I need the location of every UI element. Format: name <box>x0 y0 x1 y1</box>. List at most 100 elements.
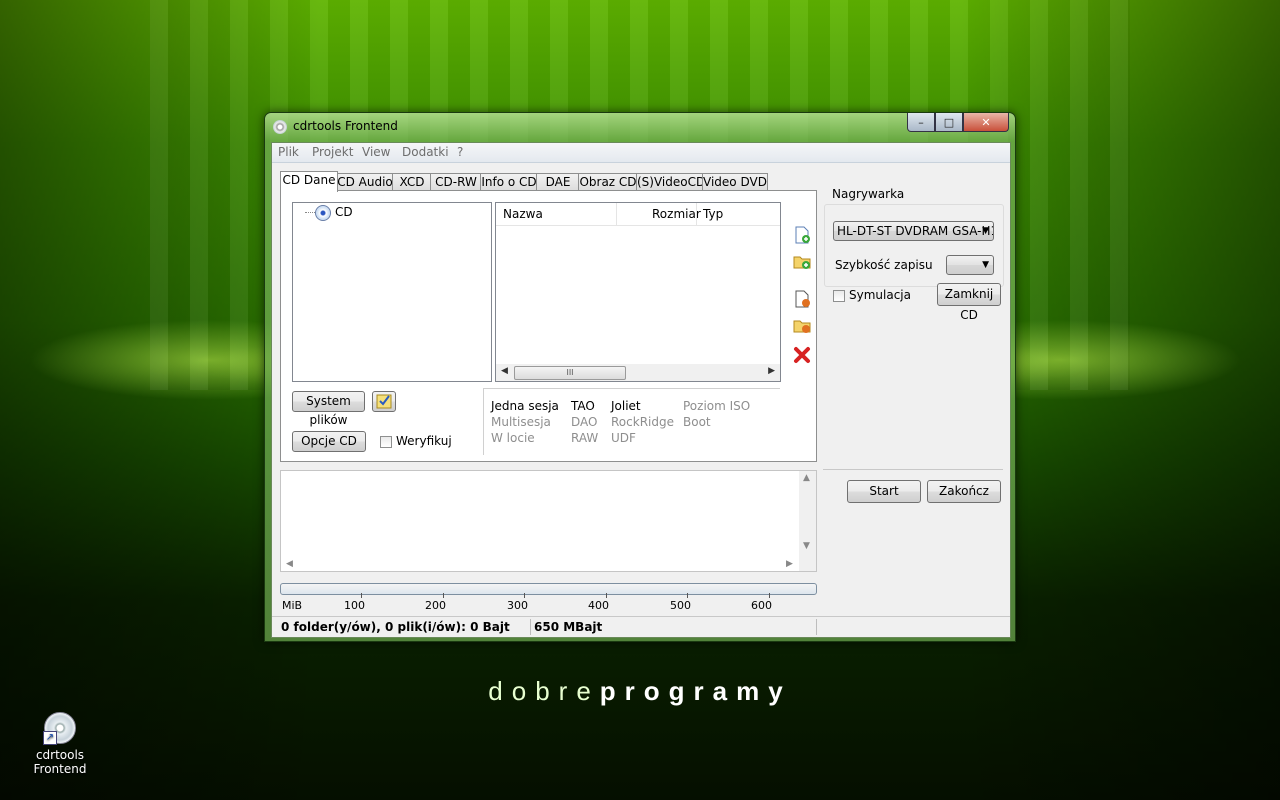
column-separator <box>696 203 697 225</box>
scroll-right-icon[interactable]: ▶ <box>768 366 775 376</box>
list-header: Nazwa Rozmiar Typ <box>496 203 780 226</box>
folder-tree[interactable]: CD <box>292 202 492 382</box>
tab-cd-dane[interactable]: CD Dane <box>280 171 338 192</box>
file-list[interactable]: Nazwa Rozmiar Typ ◀ III ▶ <box>495 202 781 382</box>
list-horizontal-scrollbar[interactable]: ◀ III ▶ <box>496 364 780 381</box>
tab-xcd[interactable]: XCD <box>392 173 432 191</box>
log-scroll-right-icon[interactable]: ▶ <box>786 559 793 569</box>
title-bar[interactable]: cdrtools Frontend – □ ✕ <box>265 113 1015 141</box>
tab-video-dvd[interactable]: Video DVD <box>702 173 768 191</box>
tab-info-o-cd[interactable]: Info o CD <box>480 173 538 191</box>
recording-options: Jedna sesja Multisesja W locie TAO DAO R… <box>483 388 780 455</box>
tab-cd-rw[interactable]: CD-RW <box>430 173 482 191</box>
minimize-icon: – <box>918 115 924 129</box>
shortcut-arrow-icon: ↗ <box>43 731 57 745</box>
divider <box>823 469 1003 470</box>
column-nazwa[interactable]: Nazwa <box>503 207 543 221</box>
cd-options-button[interactable]: Opcje CD <box>292 431 366 452</box>
burner-group: HL-DT-ST DVDRAM GSA-H10N ▼ Szybkość zapi… <box>824 204 1004 287</box>
minimize-button[interactable]: – <box>907 113 935 132</box>
filesystem-button[interactable]: System plików <box>292 391 365 427</box>
option-udf[interactable]: UDF <box>611 431 636 445</box>
write-speed-label: Szybkość zapisu <box>835 258 933 272</box>
ruler-tick <box>361 593 362 598</box>
tab-cd-audio[interactable]: CD Audio <box>336 173 394 191</box>
ruler-tick <box>443 593 444 598</box>
add-file-icon[interactable] <box>793 226 811 244</box>
brand-light: dobre <box>488 676 600 706</box>
ruler-tick <box>687 593 688 598</box>
filesystem-settings-button[interactable] <box>372 391 396 412</box>
option-raw[interactable]: RAW <box>571 431 598 445</box>
checklist-icon <box>376 394 392 409</box>
status-capacity: 650 MBajt <box>534 620 603 634</box>
menu-dodatki[interactable]: Dodatki <box>402 145 449 159</box>
option-tao[interactable]: TAO <box>571 399 595 413</box>
log-scroll-left-icon[interactable]: ◀ <box>286 559 293 569</box>
add-folder-icon[interactable] <box>793 252 811 270</box>
option-rockridge[interactable]: RockRidge <box>611 415 674 429</box>
tab-svideocd[interactable]: (S)VideoCD <box>636 173 705 191</box>
option-dao[interactable]: DAO <box>571 415 597 429</box>
capacity-ruler: MiB 100 200 300 400 500 600 <box>280 593 815 613</box>
menu-plik[interactable]: Plik <box>278 145 299 159</box>
start-button[interactable]: Start <box>847 480 921 503</box>
option-single-session[interactable]: Jedna sesja <box>491 399 559 413</box>
brand-bold: programy <box>599 676 792 706</box>
tree-connector <box>305 212 315 213</box>
ruler-unit: MiB <box>282 599 303 612</box>
option-iso-level[interactable]: Poziom ISO <box>683 399 750 413</box>
status-separator <box>530 619 531 635</box>
scroll-down-icon[interactable]: ▼ <box>803 541 810 551</box>
option-multisession[interactable]: Multisesja <box>491 415 551 429</box>
menu-help[interactable]: ? <box>457 145 463 159</box>
close-cd-button[interactable]: Zamknij CD <box>937 283 1001 322</box>
scroll-thumb[interactable]: III <box>514 366 626 380</box>
window-title: cdrtools Frontend <box>293 119 398 133</box>
column-typ[interactable]: Typ <box>703 207 723 221</box>
option-boot[interactable]: Boot <box>683 415 711 429</box>
ruler-label: 400 <box>588 599 609 612</box>
column-rozmiar[interactable]: Rozmiar <box>652 207 701 221</box>
burner-group-label: Nagrywarka <box>832 187 905 201</box>
tab-dae[interactable]: DAE <box>536 173 580 191</box>
delete-icon[interactable] <box>793 346 811 364</box>
simulation-label[interactable]: Symulacja <box>849 288 911 302</box>
chevron-down-icon: ▼ <box>982 226 989 236</box>
menu-projekt[interactable]: Projekt <box>312 145 353 159</box>
remove-folder-icon[interactable] <box>793 316 811 334</box>
log-vertical-scrollbar[interactable]: ▲ ▼ <box>799 471 816 571</box>
option-joliet[interactable]: Joliet <box>611 399 641 413</box>
ruler-tick <box>769 593 770 598</box>
option-on-the-fly[interactable]: W locie <box>491 431 535 445</box>
verify-label[interactable]: Weryfikuj <box>396 434 452 448</box>
remove-file-icon[interactable] <box>793 290 811 308</box>
scroll-left-icon[interactable]: ◀ <box>501 366 508 376</box>
ruler-label: 200 <box>425 599 446 612</box>
ruler-tick <box>606 593 607 598</box>
tab-obraz-cd[interactable]: Obraz CD <box>578 173 638 191</box>
cd-icon <box>315 205 331 221</box>
maximize-button[interactable]: □ <box>935 113 963 132</box>
burner-select[interactable]: HL-DT-ST DVDRAM GSA-H10N ▼ <box>833 221 994 241</box>
verify-checkbox[interactable] <box>380 436 392 448</box>
burner-select-value: HL-DT-ST DVDRAM GSA-H10N <box>837 224 993 238</box>
ruler-tick <box>524 593 525 598</box>
log-output[interactable]: ▲ ▼ ◀ ▶ <box>280 470 817 572</box>
menu-view[interactable]: View <box>362 145 390 159</box>
close-button[interactable]: ✕ <box>963 113 1009 132</box>
exit-button[interactable]: Zakończ <box>927 480 1001 503</box>
window-client: Plik Projekt View Dodatki ? CD Dane CD A… <box>271 142 1011 638</box>
write-speed-select[interactable]: ▼ <box>946 255 994 275</box>
ruler-label: 600 <box>751 599 772 612</box>
desktop-shortcut[interactable]: ↗ cdrtools Frontend <box>8 712 112 776</box>
app-window: cdrtools Frontend – □ ✕ Plik Projekt Vie… <box>264 112 1016 642</box>
scroll-up-icon[interactable]: ▲ <box>803 473 810 483</box>
disc-app-icon <box>273 120 287 134</box>
wallpaper-brand: dobreprogramy <box>0 676 1280 707</box>
ruler-label: 500 <box>670 599 691 612</box>
status-summary: 0 folder(y/ów), 0 plik(i/ów): 0 Bajt <box>281 620 510 634</box>
simulation-checkbox[interactable] <box>833 290 845 302</box>
close-icon: ✕ <box>981 115 991 129</box>
tree-root-label[interactable]: CD <box>335 205 353 219</box>
